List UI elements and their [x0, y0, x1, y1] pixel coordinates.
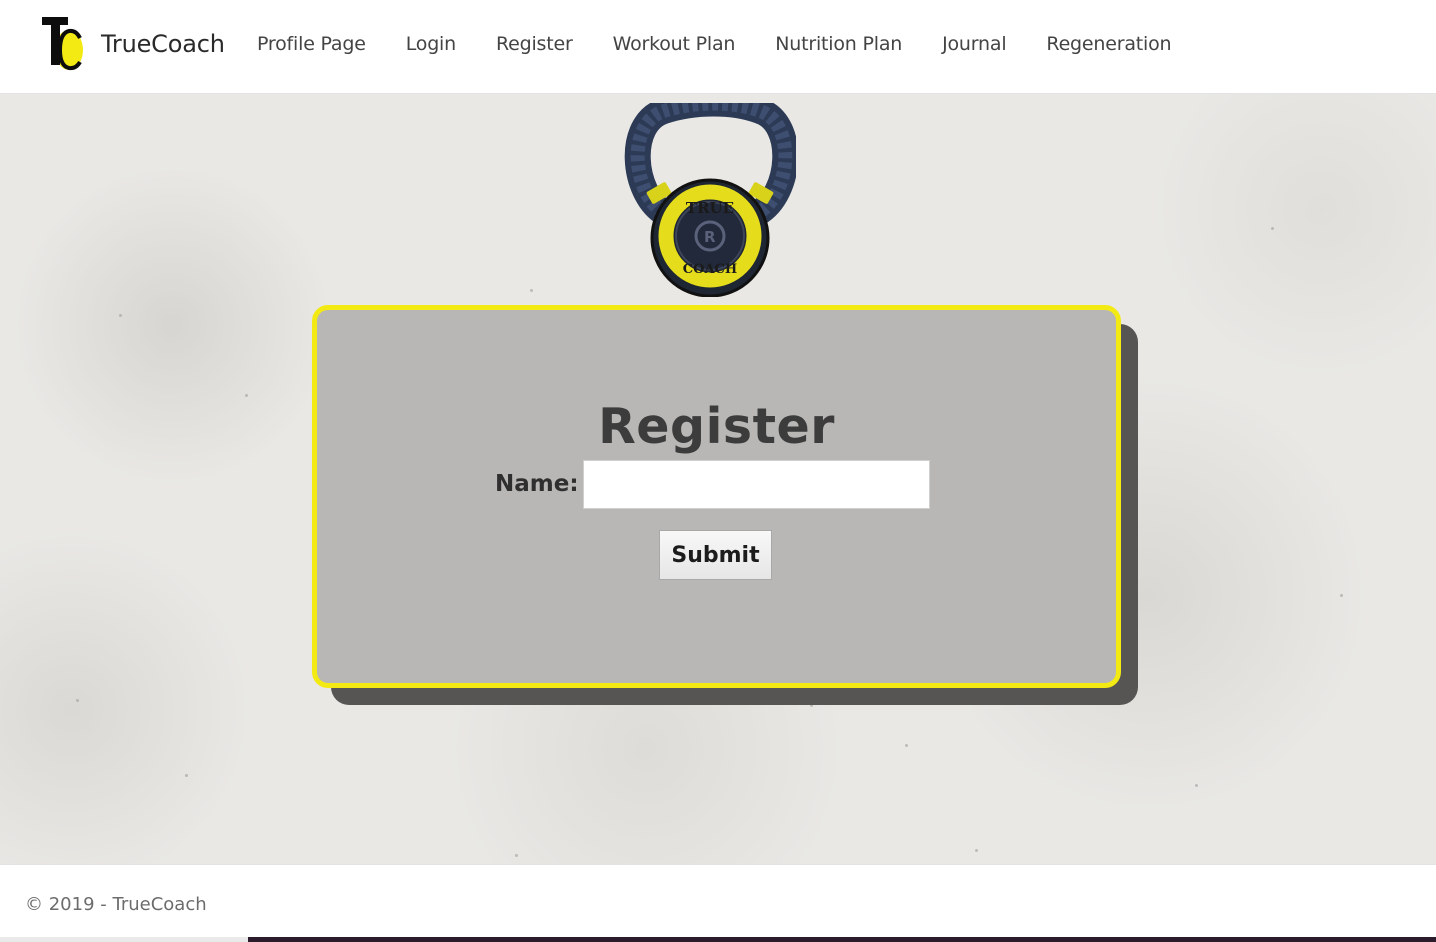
kettlebell-text-bottom: COACH — [683, 262, 737, 277]
nav-link-workout-plan[interactable]: Workout Plan — [613, 33, 736, 55]
register-card: Register Name: Submit — [312, 305, 1121, 688]
kettlebell-truecoach-icon: R TRUE COACH — [624, 103, 796, 297]
svg-text:R: R — [704, 228, 716, 246]
nav-link-nutrition-plan[interactable]: Nutrition Plan — [775, 33, 902, 55]
nav-links: Profile Page Login Register Workout Plan… — [257, 33, 1211, 55]
nav-link-profile-page[interactable]: Profile Page — [257, 33, 366, 55]
bottom-strip — [248, 937, 1436, 942]
name-input[interactable] — [583, 460, 930, 509]
nav-link-register[interactable]: Register — [496, 33, 573, 55]
brand-name-link[interactable]: TrueCoach — [101, 30, 225, 58]
submit-button[interactable]: Submit — [659, 530, 772, 580]
name-label: Name: — [495, 471, 579, 497]
nav-link-regeneration[interactable]: Regeneration — [1046, 33, 1171, 55]
kettlebell-text-top: TRUE — [686, 199, 734, 217]
nav-link-login[interactable]: Login — [406, 33, 456, 55]
bottom-strip-left — [0, 937, 248, 942]
footer-copyright: © 2019 - TrueCoach — [25, 894, 207, 915]
register-title: Register — [598, 398, 835, 455]
nav-link-journal[interactable]: Journal — [942, 33, 1007, 55]
footer: © 2019 - TrueCoach — [0, 864, 1436, 938]
truecoach-tc-logo-icon[interactable] — [40, 16, 86, 74]
navbar: TrueCoach Profile Page Login Register Wo… — [0, 0, 1436, 94]
